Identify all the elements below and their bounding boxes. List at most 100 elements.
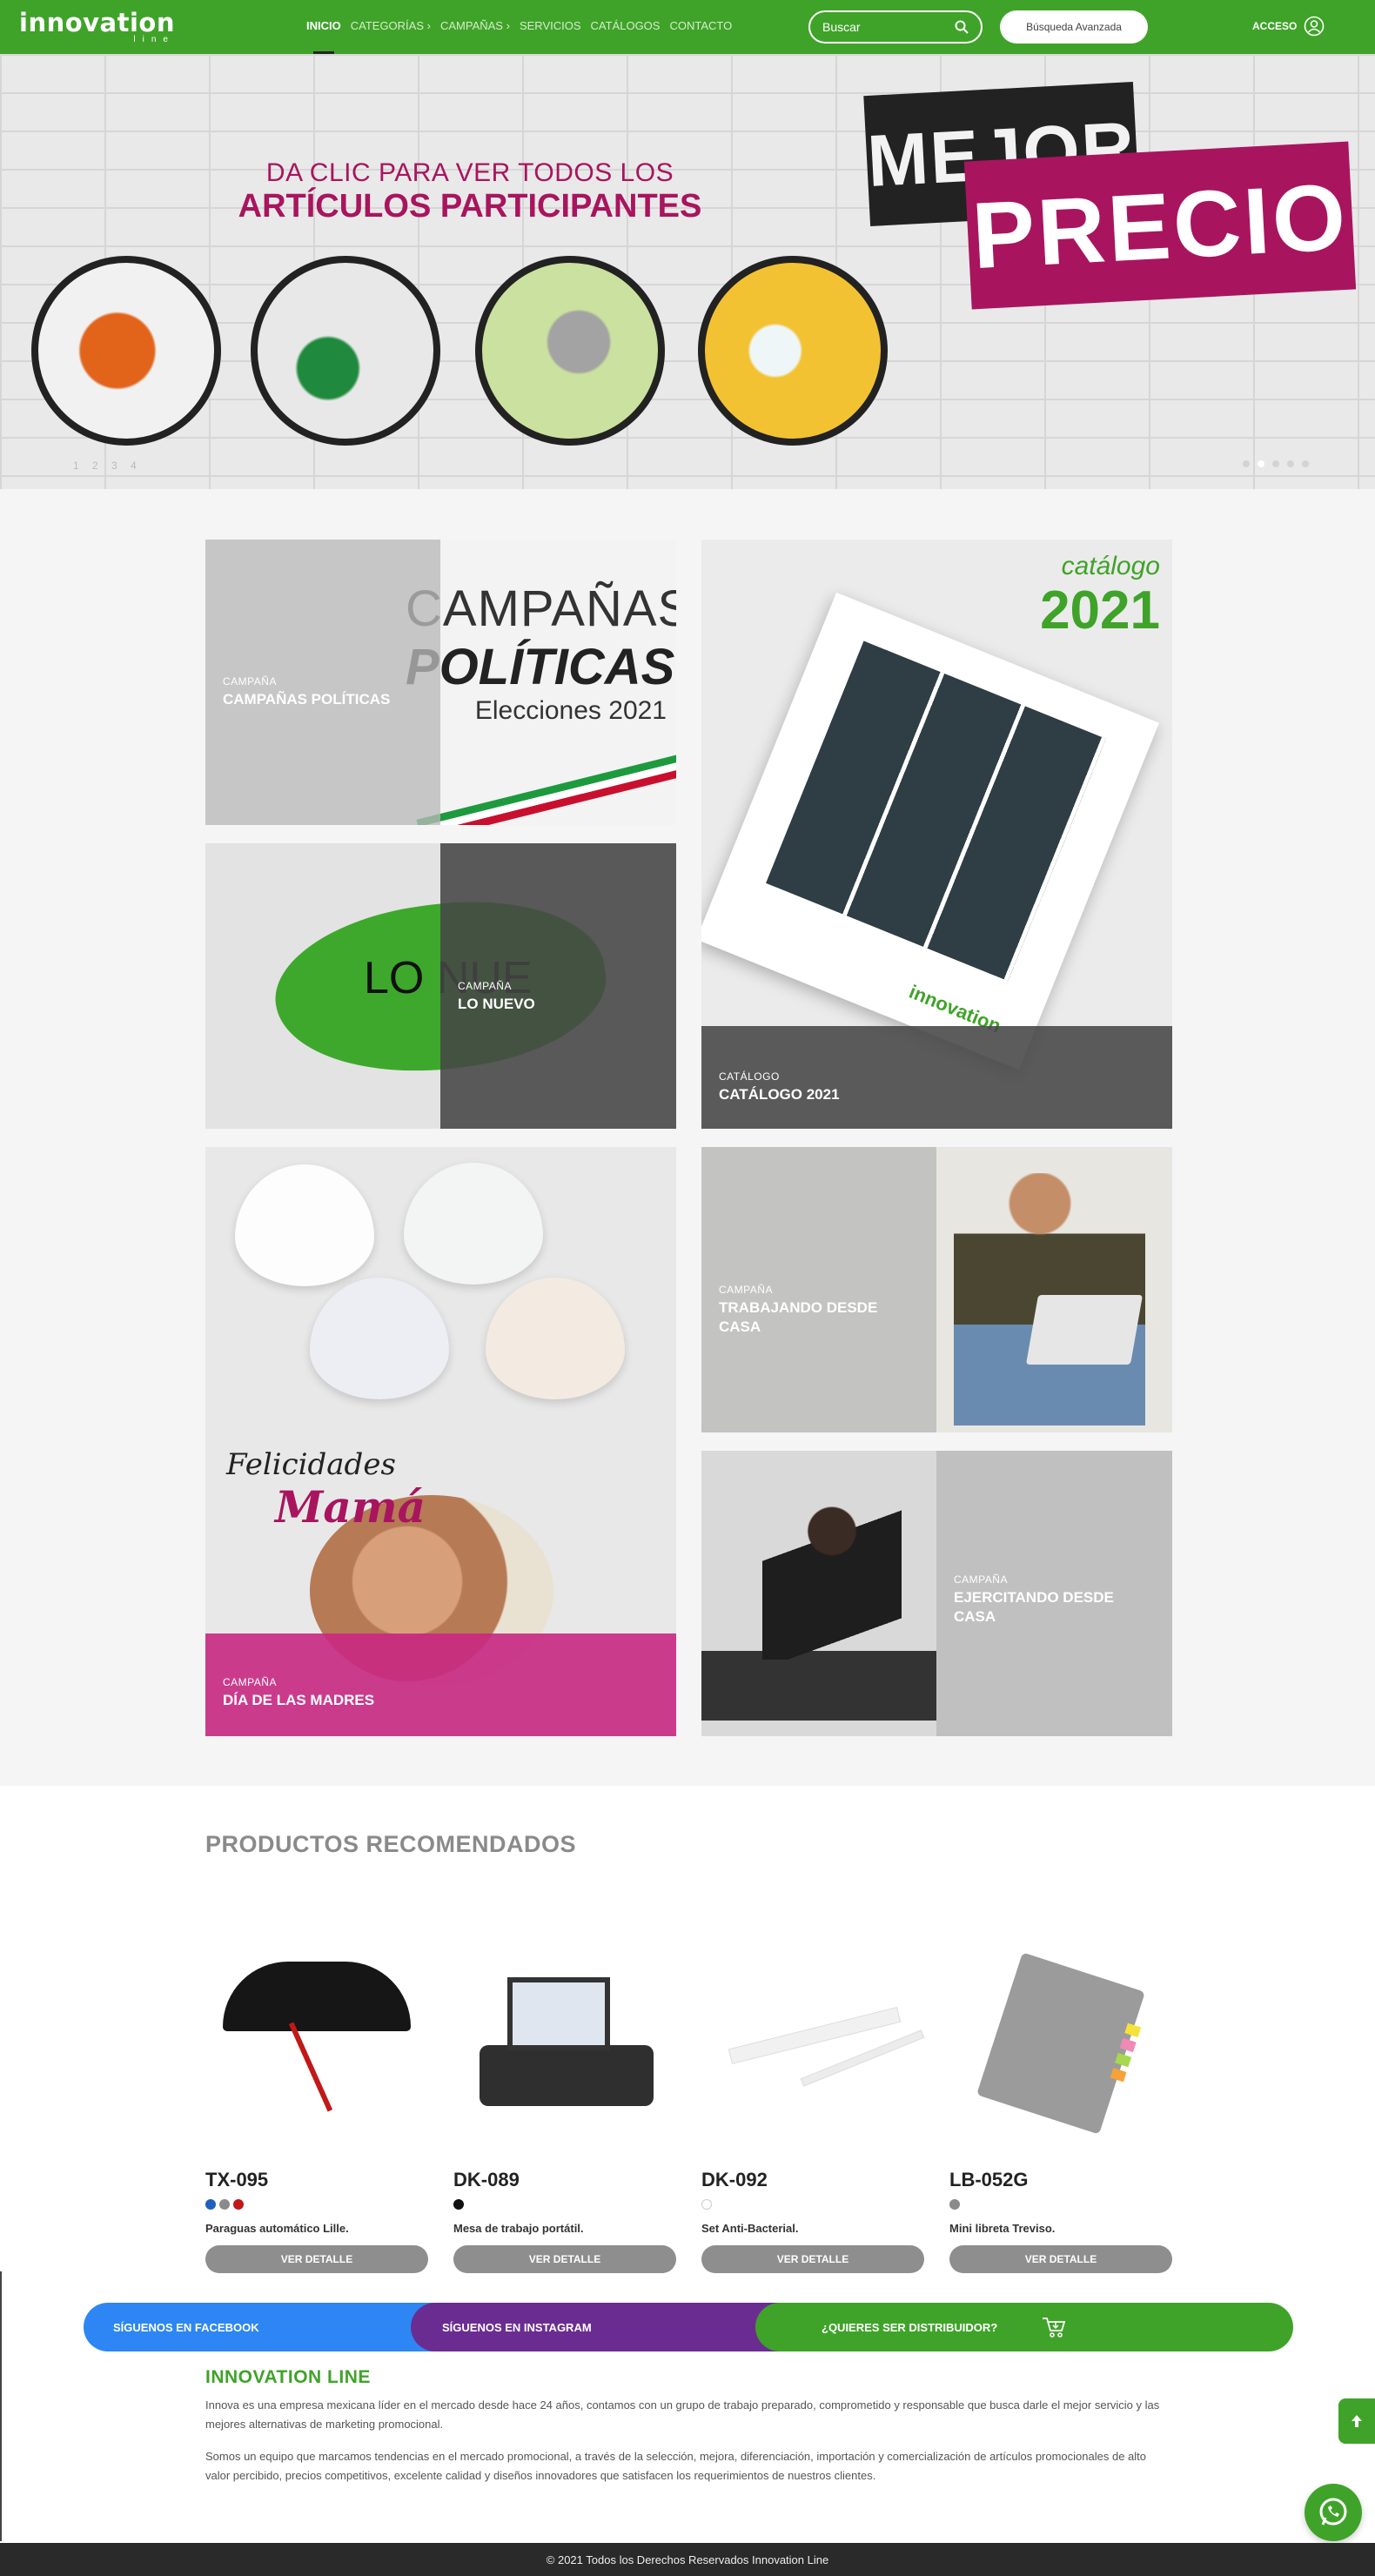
campaign-title: EJERCITANDO DESDE CASA xyxy=(954,1589,1114,1625)
notebook xyxy=(976,1952,1145,2135)
menu-item-catalogos[interactable]: CATÁLOGOS xyxy=(591,19,661,32)
slider-dot[interactable] xyxy=(1243,460,1250,467)
color-swatches xyxy=(949,2199,1172,2210)
slider-dot[interactable] xyxy=(1287,460,1294,467)
laptop-photo xyxy=(1025,1295,1144,1365)
product-image[interactable] xyxy=(949,1923,1172,2150)
yoga-mat-photo xyxy=(701,1651,936,1721)
view-detail-button[interactable]: VER DETALLE xyxy=(949,2245,1172,2273)
search-icon[interactable] xyxy=(955,20,969,34)
hero-product-water-bottle[interactable] xyxy=(698,256,888,446)
slider-dots xyxy=(1243,460,1309,467)
view-detail-button[interactable]: VER DETALLE xyxy=(453,2245,676,2273)
login-label: ACCESO xyxy=(1252,20,1298,32)
menu-label: CATEGORÍAS xyxy=(350,19,425,32)
campaign-label: CATÁLOGO CATÁLOGO 2021 xyxy=(719,1070,840,1104)
campaign-kicker: CAMPAÑA xyxy=(223,1676,277,1688)
hero-product-thermos[interactable] xyxy=(475,256,665,446)
product-description: Mini libreta Treviso. xyxy=(949,2222,1056,2235)
whatsapp-button[interactable] xyxy=(1305,2484,1362,2541)
campaign-kicker: CAMPAÑA xyxy=(458,980,512,992)
campaign-art: CAMPAÑAS POLÍTICAS Elecciones 2021 xyxy=(406,580,676,726)
campaign-label: CAMPAÑA LO NUEVO xyxy=(458,980,535,1014)
product-code: DK-092 xyxy=(701,2169,768,2190)
campaign-card-ejercitando[interactable]: CAMPAÑA EJERCITANDO DESDE CASA xyxy=(701,1451,1172,1736)
search-input[interactable] xyxy=(822,20,953,34)
product-card[interactable]: DK-092 Set Anti-Bacterial. VER DETALLE xyxy=(701,1923,925,2273)
menu-item-campanas[interactable]: CAMPAÑAS › xyxy=(440,19,510,32)
product-image[interactable] xyxy=(701,1923,925,2150)
menu-item-categorias[interactable]: CATEGORÍAS › xyxy=(351,19,431,32)
search-box xyxy=(808,10,983,44)
menu-item-servicios[interactable]: SERVICIOS xyxy=(520,19,581,32)
hero-product-mug[interactable] xyxy=(251,256,440,446)
color-swatch[interactable] xyxy=(233,2199,244,2210)
catalog-book-image: innovation xyxy=(701,592,1159,1070)
color-swatch[interactable] xyxy=(453,2199,464,2210)
product-code: TX-095 xyxy=(205,2169,269,2190)
facebook-label: SÍGUENOS EN FACEBOOK xyxy=(113,2320,259,2334)
campaign-title: DÍA DE LAS MADRES xyxy=(223,1692,375,1708)
laptop-on-desk xyxy=(507,1977,610,2050)
distributor-link[interactable]: ¿QUIERES SER DISTRIBUIDOR? xyxy=(755,2303,1293,2351)
badge-text: PRECIO xyxy=(969,163,1351,288)
campaign-kicker: CAMPAÑA xyxy=(719,1284,773,1296)
view-detail-button[interactable]: VER DETALLE xyxy=(205,2245,428,2273)
product-image[interactable] xyxy=(205,1923,428,2150)
campaign-label: CAMPAÑA EJERCITANDO DESDE CASA xyxy=(954,1573,1154,1627)
brand-logo[interactable]: innovation line xyxy=(19,10,175,44)
user-icon xyxy=(1305,16,1325,37)
color-swatch[interactable] xyxy=(701,2199,712,2210)
product-card[interactable]: DK-089 Mesa de trabajo portátil. VER DET… xyxy=(453,1923,676,2273)
view-detail-button[interactable]: VER DETALLE xyxy=(701,2245,924,2273)
scroll-to-top-button[interactable] xyxy=(1338,2398,1375,2444)
campaign-card-trabajando[interactable]: CAMPAÑA TRABAJANDO DESDE CASA xyxy=(701,1147,1172,1432)
color-swatch[interactable] xyxy=(949,2199,960,2210)
campaign-card-lo-nuevo[interactable]: LO NUE CAMPAÑA LO NUEVO xyxy=(205,843,676,1129)
hero-banner[interactable]: DA CLIC PARA VER TODOS LOS ARTÍCULOS PAR… xyxy=(0,54,1375,489)
slider-dot-active[interactable] xyxy=(1258,460,1264,467)
page-edge-line xyxy=(0,2271,2,2541)
campaign-kicker: CATÁLOGO xyxy=(719,1070,780,1083)
campaign-card-catalogo[interactable]: catálogo 2021 innovation CATÁLOGO CATÁLO… xyxy=(701,540,1172,1129)
color-swatch[interactable] xyxy=(219,2199,230,2210)
campaign-kicker: CAMPAÑA xyxy=(223,675,277,688)
about-paragraph: Innova es una empresa mexicana líder en … xyxy=(205,2398,1160,2431)
campaign-title: CAMPAÑAS POLÍTICAS xyxy=(223,691,391,708)
advanced-search-button[interactable]: Búsqueda Avanzada xyxy=(1000,10,1148,44)
campaign-art-line: Mamá xyxy=(275,1481,426,1533)
color-swatch[interactable] xyxy=(205,2199,216,2210)
instagram-link[interactable]: SÍGUENOS EN INSTAGRAM xyxy=(411,2303,785,2351)
color-swatches xyxy=(701,2199,924,2210)
product-card[interactable]: LB-052G Mini libreta Treviso. VER DETALL… xyxy=(949,1923,1172,2273)
campaign-card-politicas[interactable]: CAMPAÑAS POLÍTICAS Elecciones 2021 CAMPA… xyxy=(205,540,676,825)
chevron-right-icon: › xyxy=(426,19,431,32)
product-card[interactable]: TX-095 Paraguas automático Lille. VER DE… xyxy=(205,1923,428,2273)
hero-product-bottle[interactable] xyxy=(31,256,221,446)
instagram-label: SÍGUENOS EN INSTAGRAM xyxy=(442,2320,592,2334)
facebook-link[interactable]: SÍGUENOS EN FACEBOOK xyxy=(84,2303,440,2351)
person-photo xyxy=(762,1503,902,1660)
menu-item-inicio[interactable]: INICIO xyxy=(306,19,341,55)
menu-item-contacto[interactable]: CONTACTO xyxy=(669,19,732,32)
product-image[interactable] xyxy=(453,1923,676,2150)
whatsapp-icon xyxy=(1319,2498,1347,2526)
campaign-title: LO NUEVO xyxy=(458,996,535,1012)
catalog-year: 2021 xyxy=(1040,580,1160,641)
product-description: Mesa de trabajo portátil. xyxy=(453,2222,584,2235)
art-line: CAMPAÑAS xyxy=(406,580,676,637)
login-link[interactable]: ACCESO xyxy=(1252,16,1325,37)
slider-dot[interactable] xyxy=(1302,460,1309,467)
hero-line-1: DA CLIC PARA VER TODOS LOS xyxy=(265,158,674,187)
logo-text: innovation xyxy=(19,8,175,37)
campaign-title: CATÁLOGO 2021 xyxy=(719,1086,840,1103)
campaign-art-line: Felicidades xyxy=(226,1447,396,1482)
hero-headline: DA CLIC PARA VER TODOS LOS ARTÍCULOS PAR… xyxy=(226,158,714,225)
slider-dot[interactable] xyxy=(1272,460,1279,467)
campaign-card-madres[interactable]: Felicidades Mamá CAMPAÑA DÍA DE LAS MADR… xyxy=(205,1147,676,1736)
main-menu: INICIO CATEGORÍAS › CAMPAÑAS › SERVICIOS… xyxy=(306,19,732,55)
slide-numbers[interactable]: 1 2 3 4 xyxy=(73,460,142,472)
heart-photo xyxy=(235,1164,374,1286)
product-description: Paraguas automático Lille. xyxy=(205,2222,349,2235)
hero-badge-precio: PRECIO xyxy=(963,141,1357,310)
